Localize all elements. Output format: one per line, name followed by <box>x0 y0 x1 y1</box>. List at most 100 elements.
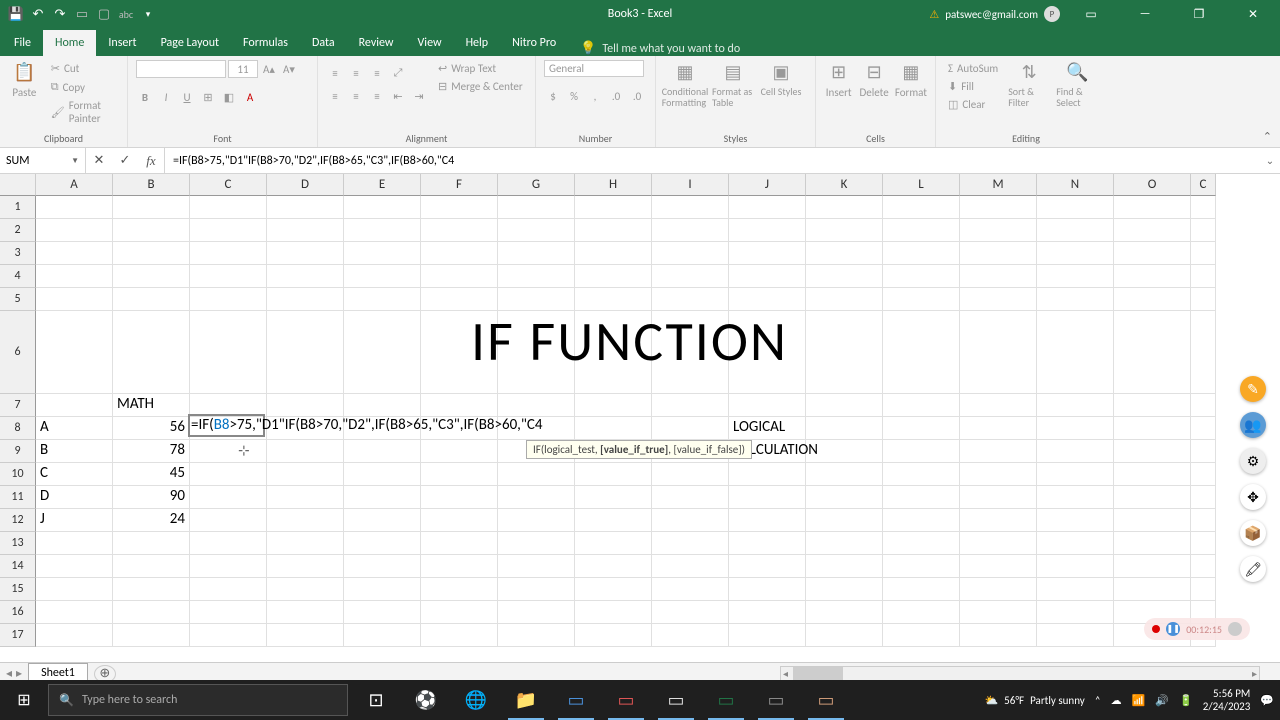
taskbar-app-7[interactable]: ▭ <box>802 680 850 720</box>
cell-C4[interactable] <box>1191 265 1216 288</box>
cell-L8[interactable] <box>883 417 960 440</box>
tray-onedrive-icon[interactable]: ☁ <box>1111 694 1122 707</box>
orientation-icon[interactable]: ⤢ <box>389 64 407 82</box>
cell-K6[interactable] <box>806 311 883 394</box>
share-float-icon[interactable]: 👥 <box>1240 412 1266 438</box>
cell-B5[interactable] <box>113 288 190 311</box>
cell-J17[interactable] <box>729 624 806 647</box>
cell-J10[interactable] <box>729 463 806 486</box>
cell-G3[interactable] <box>498 242 575 265</box>
cell-C10[interactable] <box>1191 463 1216 486</box>
pause-recording-button[interactable]: ❚❚ <box>1166 622 1180 636</box>
cell-L16[interactable] <box>883 601 960 624</box>
cell-G13[interactable] <box>498 532 575 555</box>
row-header-11[interactable]: 11 <box>0 486 36 509</box>
col-header-C[interactable]: C <box>190 174 267 196</box>
taskbar-app-3[interactable]: ▭ <box>552 680 600 720</box>
cell-N10[interactable] <box>1037 463 1114 486</box>
qat-icon-2[interactable]: ▢ <box>96 6 112 22</box>
hscroll-left-icon[interactable]: ◂ <box>783 667 788 680</box>
cell-G12[interactable] <box>498 509 575 532</box>
col-header-I[interactable]: I <box>652 174 729 196</box>
bold-button[interactable]: B <box>136 88 154 106</box>
cell-F16[interactable] <box>421 601 498 624</box>
cell-A7[interactable] <box>36 394 113 417</box>
cell-H8[interactable] <box>575 417 652 440</box>
cell-D4[interactable] <box>267 265 344 288</box>
cell-C7[interactable] <box>190 394 267 417</box>
font-size-select[interactable] <box>228 60 258 78</box>
cell-O7[interactable] <box>1114 394 1191 417</box>
row-header-12[interactable]: 12 <box>0 509 36 532</box>
col-header-N[interactable]: N <box>1037 174 1114 196</box>
cell-J13[interactable] <box>729 532 806 555</box>
cell-C2[interactable] <box>190 219 267 242</box>
cell-M12[interactable] <box>960 509 1037 532</box>
cell-J2[interactable] <box>729 219 806 242</box>
dec-decimal-icon[interactable]: .0 <box>628 87 646 105</box>
cell-I3[interactable] <box>652 242 729 265</box>
select-all-corner[interactable] <box>0 174 36 196</box>
align-top-icon[interactable]: ≡ <box>326 64 344 82</box>
hscroll-thumb[interactable] <box>793 667 843 681</box>
insert-function-button[interactable]: fx <box>138 153 164 169</box>
cell-F9[interactable] <box>421 440 498 463</box>
cell-B14[interactable] <box>113 555 190 578</box>
col-header-D[interactable]: D <box>267 174 344 196</box>
cell-M1[interactable] <box>960 196 1037 219</box>
cell-D3[interactable] <box>267 242 344 265</box>
cell-E17[interactable] <box>344 624 421 647</box>
close-button[interactable]: ✕ <box>1230 0 1276 28</box>
cancel-formula-button[interactable]: ✕ <box>86 153 112 168</box>
shrink-font-icon[interactable]: A▾ <box>280 60 298 78</box>
number-format-select[interactable] <box>544 60 644 77</box>
formula-input[interactable]: =IF(B8>75,"D1"IF(B8>70,"D2",IF(B8>65,"C3… <box>165 148 1260 173</box>
col-header-B[interactable]: B <box>113 174 190 196</box>
cell-J16[interactable] <box>729 601 806 624</box>
cell-I14[interactable] <box>652 555 729 578</box>
cell-E1[interactable] <box>344 196 421 219</box>
cell-F14[interactable] <box>421 555 498 578</box>
cell-I17[interactable] <box>652 624 729 647</box>
maximize-button[interactable]: ❐ <box>1176 0 1222 28</box>
cell-F1[interactable] <box>421 196 498 219</box>
cell-A14[interactable] <box>36 555 113 578</box>
cell-M4[interactable] <box>960 265 1037 288</box>
cell-A8[interactable]: A <box>36 417 113 440</box>
cell-G7[interactable] <box>498 394 575 417</box>
cell-C13[interactable] <box>1191 532 1216 555</box>
cell-B10[interactable]: 45 <box>113 463 190 486</box>
cell-B16[interactable] <box>113 601 190 624</box>
cell-L6[interactable] <box>883 311 960 394</box>
cell-C2[interactable] <box>1191 219 1216 242</box>
cell-G4[interactable] <box>498 265 575 288</box>
expand-formula-bar-icon[interactable]: ⌄ <box>1260 148 1280 173</box>
cell-L17[interactable] <box>883 624 960 647</box>
cell-C14[interactable] <box>1191 555 1216 578</box>
col-header-A[interactable]: A <box>36 174 113 196</box>
cell-F12[interactable] <box>421 509 498 532</box>
cell-A16[interactable] <box>36 601 113 624</box>
cell-C3[interactable] <box>190 242 267 265</box>
cell-I11[interactable] <box>652 486 729 509</box>
cell-F10[interactable] <box>421 463 498 486</box>
cell-C12[interactable] <box>190 509 267 532</box>
tray-battery-icon[interactable]: 🔋 <box>1179 694 1193 707</box>
sheet-nav-next-icon[interactable]: ▸ <box>16 666 22 681</box>
cell-C6[interactable] <box>190 311 267 394</box>
cell-C6[interactable] <box>1191 311 1216 394</box>
cell-D9[interactable] <box>267 440 344 463</box>
col-header-J[interactable]: J <box>729 174 806 196</box>
col-header-O[interactable]: O <box>1114 174 1191 196</box>
cell-A11[interactable]: D <box>36 486 113 509</box>
tab-formulas[interactable]: Formulas <box>231 30 300 56</box>
cell-M10[interactable] <box>960 463 1037 486</box>
cell-B9[interactable]: 78 <box>113 440 190 463</box>
cell-N14[interactable] <box>1037 555 1114 578</box>
col-header-M[interactable]: M <box>960 174 1037 196</box>
cell-O12[interactable] <box>1114 509 1191 532</box>
cell-O14[interactable] <box>1114 555 1191 578</box>
col-header-E[interactable]: E <box>344 174 421 196</box>
cell-K15[interactable] <box>806 578 883 601</box>
cell-J15[interactable] <box>729 578 806 601</box>
